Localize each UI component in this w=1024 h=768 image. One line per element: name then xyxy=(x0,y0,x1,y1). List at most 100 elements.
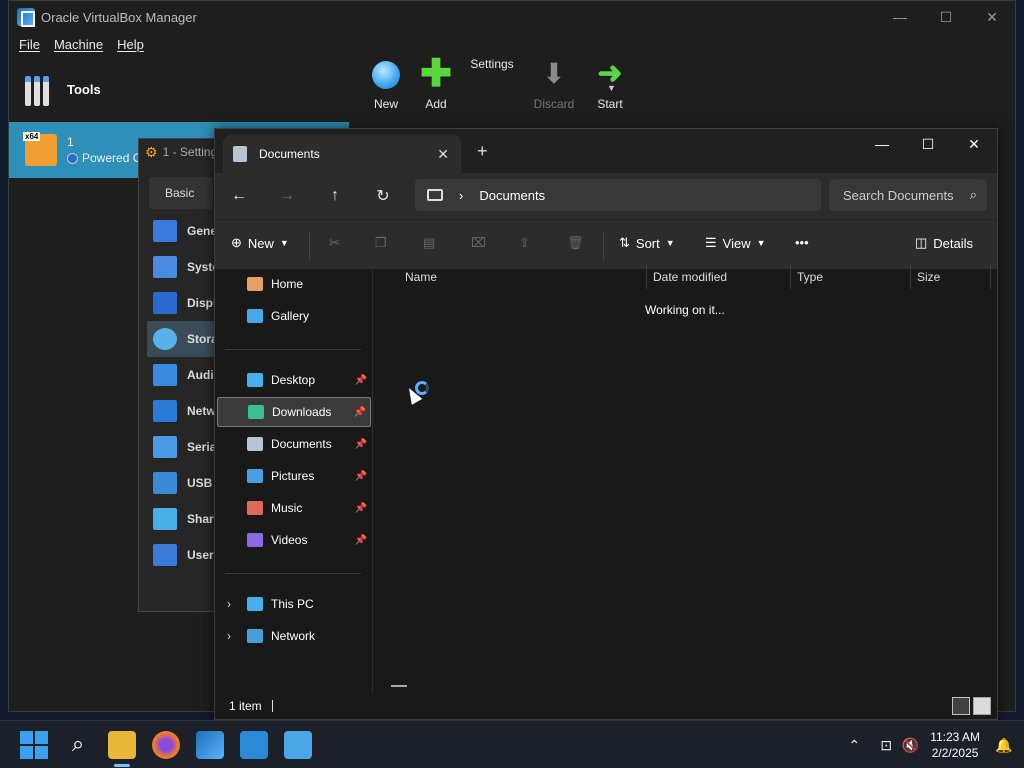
settings-title: 1 - Settings xyxy=(162,145,218,159)
pin-icon: 📌 xyxy=(354,470,367,482)
view-button[interactable]: ☰ View ▼ xyxy=(705,235,766,251)
nav-item-network[interactable]: › Network xyxy=(217,621,371,651)
nav-item-desktop[interactable]: Desktop 📌 xyxy=(217,365,371,395)
maximize-button[interactable]: ☐ xyxy=(923,9,969,26)
nav-item-downloads[interactable]: Downloads 📌 xyxy=(217,397,371,427)
explorer-minimize-button[interactable]: — xyxy=(859,129,905,159)
settings-item-user-interface[interactable]: User Interface xyxy=(147,537,217,573)
copy-button[interactable]: ❐ xyxy=(375,235,387,251)
discard-button[interactable]: ⬇ Discard xyxy=(523,57,585,112)
expand-chevron-icon[interactable]: › xyxy=(227,597,231,611)
details-label: Details xyxy=(933,235,974,251)
settings-dialog: ⚙ 1 - Settings Basic General System Disp… xyxy=(138,138,218,612)
clock-time: 11:23 AM xyxy=(930,730,980,744)
firefox-taskbar-icon[interactable] xyxy=(152,731,180,759)
new-tab-button[interactable]: + xyxy=(477,141,488,162)
add-button[interactable]: ✚ Add xyxy=(411,55,461,111)
videos-icon xyxy=(247,533,263,547)
tiles-view-button[interactable] xyxy=(973,697,991,715)
search-icon[interactable]: ⌕ xyxy=(64,731,92,759)
notification-bell-icon[interactable]: 🔔 xyxy=(992,737,1016,754)
app-taskbar-icon[interactable] xyxy=(240,731,268,759)
horizontal-scrollbar[interactable] xyxy=(391,685,407,687)
nav-item-music[interactable]: Music 📌 xyxy=(217,493,371,523)
nav-item-home[interactable]: Home xyxy=(217,269,371,299)
expand-chevron-icon[interactable]: › xyxy=(227,629,231,643)
vm-name: 1 xyxy=(67,135,74,149)
details-view-button[interactable] xyxy=(952,697,970,715)
settings-item-audio[interactable]: Audio xyxy=(147,357,217,393)
settings-item-label: USB xyxy=(187,476,213,490)
pin-icon: 📌 xyxy=(353,406,366,418)
volume-muted-icon[interactable]: 🔇 xyxy=(898,737,922,754)
nav-item-label: Pictures xyxy=(271,469,315,483)
column-date-modified[interactable]: Date modified xyxy=(653,270,727,284)
nav-item-this-pc[interactable]: › This PC xyxy=(217,589,371,619)
search-input[interactable]: Search Documents ⌕ xyxy=(829,179,987,211)
settings-button[interactable]: ⚙ Settings xyxy=(461,57,531,229)
delete-button[interactable]: 🗑 xyxy=(567,235,584,251)
column-name[interactable]: Name xyxy=(405,270,437,284)
settings-item-display[interactable]: Display xyxy=(147,285,217,321)
start-menu-button[interactable] xyxy=(20,731,48,759)
network-status-icon[interactable]: ⊡ xyxy=(874,737,898,754)
virtualbox-taskbar-icon[interactable] xyxy=(196,731,224,759)
app-taskbar-icon-2[interactable] xyxy=(284,731,312,759)
paste-button[interactable]: ▤ xyxy=(423,235,435,251)
chevron-up-icon[interactable]: ⌃ xyxy=(842,737,866,754)
settings-item-usb[interactable]: USB xyxy=(147,465,217,501)
system-icon xyxy=(153,256,177,278)
clock[interactable]: 11:23 AM 2/2/2025 xyxy=(930,729,980,761)
rename-icon: ⌧ xyxy=(471,235,486,250)
nav-item-gallery[interactable]: Gallery xyxy=(217,301,371,331)
column-headers: Name Date modified Type Size xyxy=(373,263,997,291)
settings-item-storage[interactable]: Storage xyxy=(147,321,217,357)
column-type[interactable]: Type xyxy=(797,270,823,284)
explorer-maximize-button[interactable]: ☐ xyxy=(905,129,951,159)
basic-mode-button[interactable]: Basic xyxy=(149,177,213,209)
copy-icon: ❐ xyxy=(375,235,387,250)
more-options-button[interactable]: ••• xyxy=(795,235,809,250)
pictures-icon xyxy=(247,469,263,483)
new-menu-button[interactable]: ⊕ New ▼ xyxy=(231,235,289,251)
usb-icon xyxy=(153,472,177,494)
settings-item-shared-folders[interactable]: Shared Folders xyxy=(147,501,217,537)
nav-item-documents[interactable]: Documents 📌 xyxy=(217,429,371,459)
column-size[interactable]: Size xyxy=(917,270,940,284)
downloads-icon xyxy=(248,405,264,419)
nav-item-label: Videos xyxy=(271,533,308,547)
address-box[interactable]: › Documents xyxy=(415,179,821,211)
nav-item-pictures[interactable]: Pictures 📌 xyxy=(217,461,371,491)
nav-item-videos[interactable]: Videos 📌 xyxy=(217,525,371,555)
start-dropdown-icon[interactable]: ▼ xyxy=(607,83,616,93)
menu-help[interactable]: Help xyxy=(117,37,144,52)
up-button[interactable]: ↑ xyxy=(311,187,359,205)
menu-machine[interactable]: Machine xyxy=(54,37,103,52)
close-tab-icon[interactable]: ✕ xyxy=(437,146,449,163)
file-explorer-taskbar-icon[interactable] xyxy=(108,731,136,767)
chevron-down-icon: ▼ xyxy=(279,238,289,248)
tools-item[interactable]: Tools xyxy=(9,57,349,121)
back-button[interactable]: ← xyxy=(215,187,263,205)
cut-button[interactable]: ✂ xyxy=(329,235,340,251)
nav-item-label: Downloads xyxy=(272,405,332,419)
chevron-right-icon[interactable]: › xyxy=(459,188,463,203)
settings-item-serial-ports[interactable]: Serial Ports xyxy=(147,429,217,465)
close-button[interactable]: ✕ xyxy=(969,9,1015,26)
new-button[interactable]: New xyxy=(361,57,411,111)
forward-button[interactable]: → xyxy=(263,187,311,205)
minimize-button[interactable]: — xyxy=(877,9,923,26)
details-pane-button[interactable]: ◫ Details xyxy=(915,235,973,251)
navigation-pane: Home Gallery Desktop 📌 Downloads 📌 Docum… xyxy=(215,263,373,693)
refresh-button[interactable]: ↻ xyxy=(359,186,407,206)
sort-button[interactable]: ⇅ Sort ▼ xyxy=(619,235,675,251)
explorer-close-button[interactable]: ✕ xyxy=(951,129,997,159)
tab-documents[interactable]: Documents ✕ xyxy=(223,135,461,173)
rename-button[interactable]: ⌧ xyxy=(471,235,486,251)
settings-item-general[interactable]: General xyxy=(147,213,217,249)
settings-item-system[interactable]: System xyxy=(147,249,217,285)
menu-file[interactable]: File xyxy=(19,37,40,52)
settings-item-network[interactable]: Network xyxy=(147,393,217,429)
share-button[interactable]: ⇪ xyxy=(519,235,530,251)
file-list-pane: Name Date modified Type Size Working on … xyxy=(373,263,997,693)
